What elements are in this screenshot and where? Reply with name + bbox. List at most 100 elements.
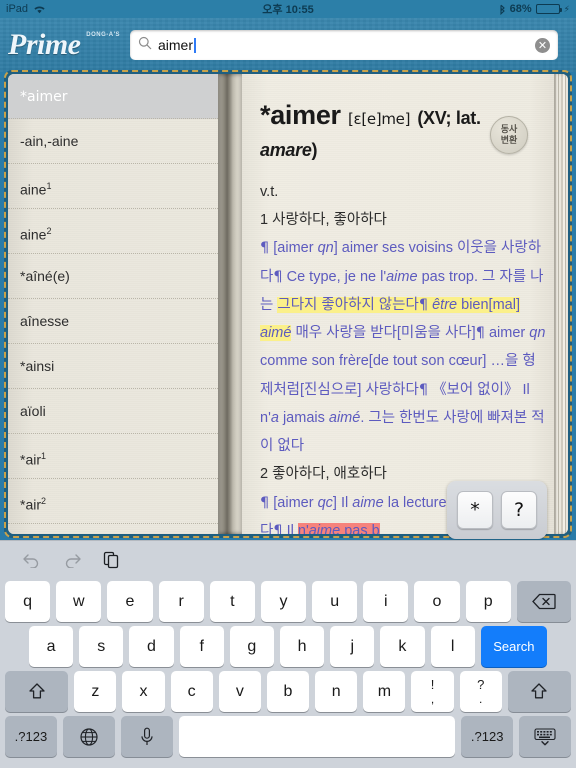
sidebar-item-label: *aimer: [20, 89, 68, 105]
hide-keyboard-key[interactable]: [519, 716, 572, 757]
key-exclamation-label: !: [430, 676, 435, 692]
key-v[interactable]: v: [218, 671, 261, 712]
part-of-speech: v.t.: [260, 183, 279, 200]
clear-search-icon[interactable]: ✕: [535, 37, 550, 53]
key-h[interactable]: h: [279, 626, 325, 667]
sidebar-item-label: -ain,-aine: [20, 133, 79, 149]
key-r[interactable]: r: [158, 581, 204, 622]
sidebar-item-aine-2[interactable]: aine2: [8, 209, 218, 254]
wordlist-sidebar[interactable]: *aimer -ain,-aine aine1 aine2 *aîné(e) a…: [8, 74, 218, 534]
sidebar-item-aine-1[interactable]: aine1: [8, 164, 218, 209]
key-s[interactable]: s: [79, 626, 124, 667]
sidebar-item-aine-accent[interactable]: *aîné(e): [8, 254, 218, 299]
highlight-pink-selection[interactable]: n'aime pas b: [297, 522, 380, 534]
numeric-left-key[interactable]: .?123: [5, 716, 57, 757]
key-p[interactable]: p: [465, 581, 511, 622]
key-y[interactable]: y: [260, 581, 307, 622]
charging-bolt-icon: ⚡: [563, 3, 570, 14]
backspace-key[interactable]: [516, 581, 571, 622]
shift-left-key[interactable]: [4, 671, 69, 712]
search-value: aimer: [158, 37, 535, 53]
sidebar-item-label: aine: [20, 181, 47, 198]
app-header: DONG-A'S Prime aimer ✕: [0, 18, 576, 72]
paste-icon[interactable]: [101, 549, 123, 571]
key-t[interactable]: t: [209, 581, 255, 622]
sidebar-item-superscript: 2: [46, 226, 52, 236]
book-frame: *aimer -ain,-aine aine1 aine2 *aîné(e) a…: [4, 70, 572, 538]
shift-right-key[interactable]: [507, 671, 572, 712]
sidebar-item-ainesse[interactable]: aînesse: [8, 299, 218, 344]
numeric-right-key[interactable]: .?123: [461, 716, 514, 757]
key-question-label: ?: [477, 676, 485, 692]
app-root: iPad 오후 10:55 68% ⚡ DONG-A'S Prime aimer…: [0, 0, 576, 768]
book-spine: [218, 74, 242, 534]
page-edge-stack: [554, 74, 568, 534]
backspace-icon: [531, 593, 556, 610]
sidebar-item-superscript: 1: [41, 451, 47, 461]
keyboard-row-4: .?123 .?123: [3, 714, 573, 759]
key-d[interactable]: d: [129, 626, 174, 667]
selection-popup[interactable]: * ?: [447, 481, 547, 539]
undo-icon[interactable]: [21, 549, 43, 571]
key-x[interactable]: x: [122, 671, 165, 712]
key-a[interactable]: a: [29, 626, 74, 667]
key-l[interactable]: l: [430, 626, 475, 667]
key-w[interactable]: w: [56, 581, 102, 622]
question-mark-key[interactable]: ?: [501, 491, 537, 529]
status-bar-right: 68% ⚡: [499, 3, 570, 15]
sidebar-item-air-2[interactable]: *air2: [8, 479, 218, 524]
key-exclamation-comma[interactable]: ! ,: [411, 671, 454, 712]
search-key[interactable]: Search: [480, 626, 547, 667]
shift-icon: [27, 682, 47, 701]
key-o[interactable]: o: [414, 581, 460, 622]
key-u[interactable]: u: [312, 581, 358, 622]
dictation-key[interactable]: [120, 716, 173, 757]
key-f[interactable]: f: [179, 626, 224, 667]
sense-1-gloss: 1 사랑하다, 좋아하다: [260, 211, 387, 228]
key-m[interactable]: m: [363, 671, 406, 712]
redo-icon[interactable]: [61, 549, 83, 571]
key-n[interactable]: n: [315, 671, 358, 712]
sidebar-item-ain-aine[interactable]: -ain,-aine: [8, 119, 218, 164]
sidebar-item-label: *air: [20, 496, 42, 513]
sidebar-item-label: aine: [20, 226, 47, 243]
conjugation-button[interactable]: 동사 변환: [490, 116, 528, 154]
sidebar-item-air-1[interactable]: *air1: [8, 434, 218, 479]
key-j[interactable]: j: [330, 626, 375, 667]
entry-content[interactable]: *aimer [ɛ[e]me] (XV; lat. amare) 동사 변환 v…: [242, 74, 568, 534]
keyboard-toolbar: [3, 541, 573, 579]
onscreen-keyboard[interactable]: q w e r t y u i o p a s d f g h j k l Se…: [0, 540, 576, 768]
key-c[interactable]: c: [170, 671, 213, 712]
sidebar-item-aioli[interactable]: aïoli: [8, 389, 218, 434]
key-question-period[interactable]: ? .: [459, 671, 502, 712]
sidebar-item-superscript: 1: [46, 181, 52, 191]
asterisk-key[interactable]: *: [457, 491, 493, 529]
sidebar-item-superscript: 2: [41, 496, 47, 506]
sidebar-item-label: *ainsi: [20, 358, 55, 374]
key-i[interactable]: i: [363, 581, 409, 622]
conjugation-label-line2: 변환: [500, 135, 518, 145]
keyboard-row-1: q w e r t y u i o p: [3, 579, 573, 624]
sidebar-item-ainsi[interactable]: *ainsi: [8, 344, 218, 389]
app-logo: DONG-A'S Prime: [8, 30, 126, 60]
sidebar-item-label: aïoli: [20, 403, 46, 419]
key-b[interactable]: b: [266, 671, 310, 712]
sense-1-examples: ¶ [aimer qn] aimer ses voisins 이웃을 사랑하다¶…: [260, 240, 546, 455]
key-q[interactable]: q: [5, 581, 51, 622]
space-key[interactable]: [178, 716, 456, 757]
key-g[interactable]: g: [229, 626, 274, 667]
key-e[interactable]: e: [107, 581, 153, 622]
sidebar-item-aimer[interactable]: *aimer: [8, 74, 218, 119]
key-comma-label: ,: [430, 691, 435, 706]
key-z[interactable]: z: [74, 671, 117, 712]
globe-icon: [79, 727, 99, 747]
status-bar: iPad 오후 10:55 68% ⚡: [0, 0, 576, 18]
globe-key[interactable]: [62, 716, 115, 757]
search-input[interactable]: aimer ✕: [130, 30, 558, 60]
keyboard-row-3: z x c v b n m ! , ? .: [3, 669, 573, 714]
search-icon: [138, 36, 152, 55]
shift-icon: [529, 682, 549, 701]
text-cursor: [194, 38, 197, 53]
key-k[interactable]: k: [380, 626, 425, 667]
book-pages: *aimer -ain,-aine aine1 aine2 *aîné(e) a…: [8, 74, 568, 534]
